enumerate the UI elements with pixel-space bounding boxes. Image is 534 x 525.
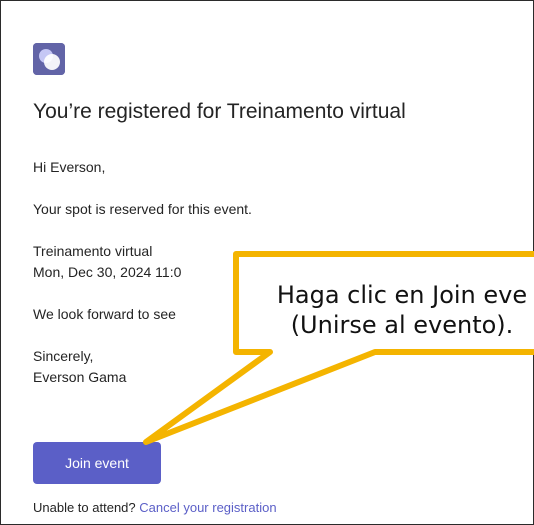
callout-line-1: Haga clic en Join eve [276,281,528,309]
callout-line-2: (Unirse al evento). [290,311,514,339]
callout-text: Haga clic en Join eve (Unirse al evento)… [232,280,534,340]
callout-bubble [143,251,534,445]
